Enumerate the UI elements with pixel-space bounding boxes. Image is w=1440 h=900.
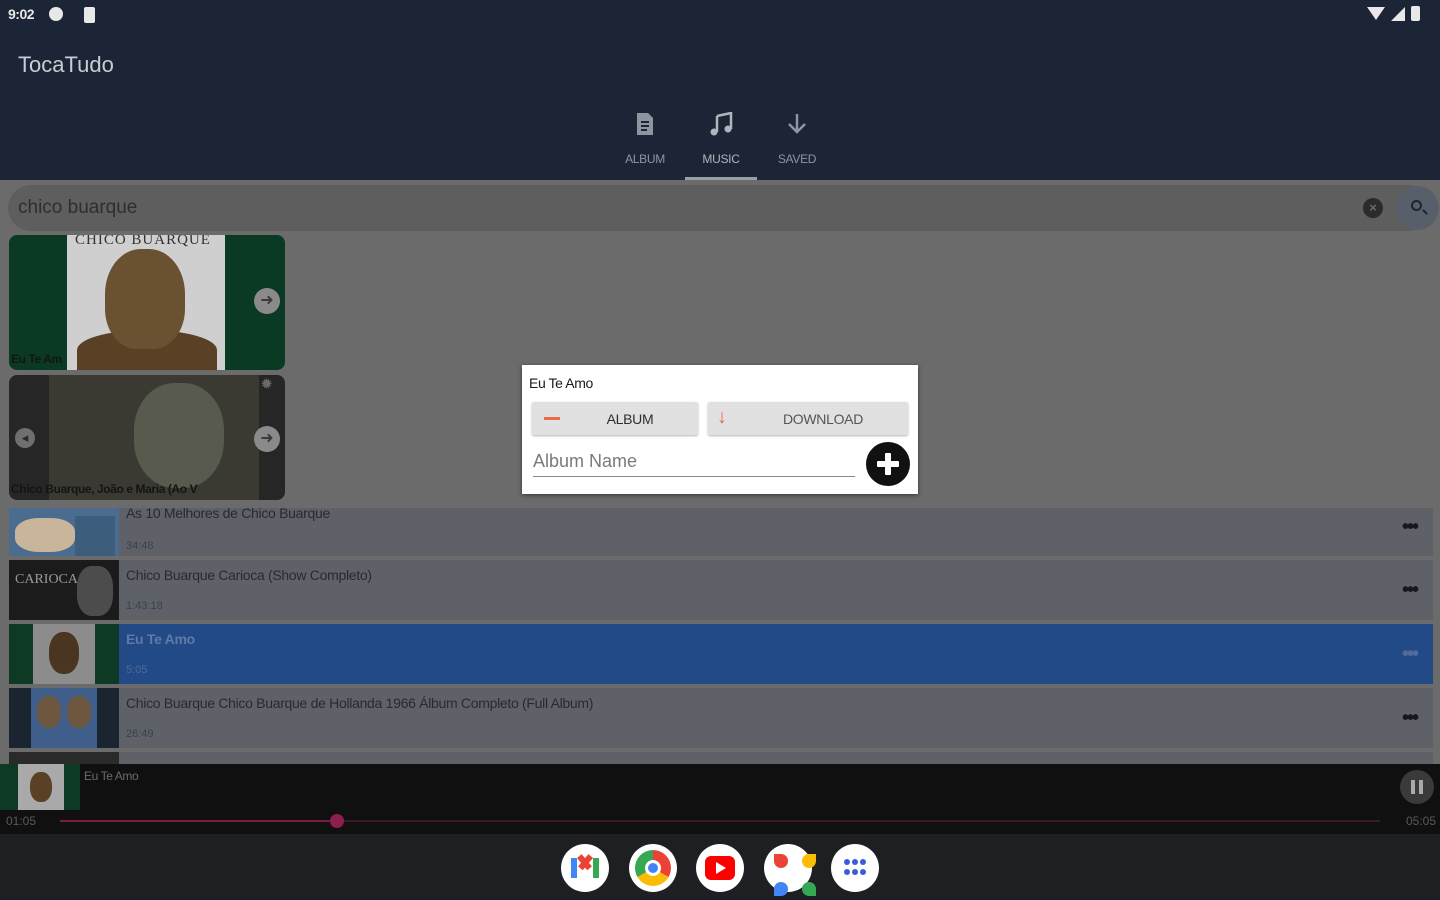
arrow-left-icon[interactable]: ◂ xyxy=(15,428,35,448)
track-duration: 5:05 xyxy=(126,664,148,676)
more-options-icon[interactable]: ••• xyxy=(1402,517,1419,537)
album-file-icon xyxy=(635,112,655,143)
seek-handle[interactable] xyxy=(330,814,345,828)
player-title: Eu Te Amo xyxy=(84,769,139,783)
track-title: As 10 Melhores de Chico Buarque xyxy=(126,505,330,521)
track-duration: 1:43:18 xyxy=(126,600,163,612)
signal-icon xyxy=(1391,6,1405,21)
album-button-label: ALBUM xyxy=(606,411,654,427)
track-thumbnail: CARIOCA xyxy=(9,560,119,620)
list-item-partial[interactable] xyxy=(9,752,1433,764)
search-bar: × xyxy=(8,185,1439,231)
album-card[interactable]: CHICO BUARQUE ➜ Eu Te Am xyxy=(9,235,285,370)
total-time: 05:05 xyxy=(1405,814,1436,828)
album-art-text: CHICO BUARQUE xyxy=(75,235,211,248)
gmail-app-icon[interactable] xyxy=(561,844,609,892)
search-button[interactable] xyxy=(1395,186,1439,230)
tab-saved[interactable]: SAVED xyxy=(759,104,835,180)
youtube-app-icon[interactable] xyxy=(696,844,744,892)
mini-player: Eu Te Amo 01:05 05:05 xyxy=(0,764,1440,834)
track-duration: 26:49 xyxy=(126,728,154,740)
album-button[interactable]: ALBUM xyxy=(532,402,698,435)
pause-button[interactable] xyxy=(1400,770,1434,804)
tab-bar: ALBUM MUSIC SAVED xyxy=(607,104,835,180)
tab-music-label: MUSIC xyxy=(702,152,740,166)
tab-music[interactable]: MUSIC xyxy=(683,104,759,180)
track-thumbnail xyxy=(9,752,119,764)
chrome-app-icon[interactable] xyxy=(629,844,677,892)
status-icons xyxy=(1367,6,1420,21)
download-arrow-icon xyxy=(786,112,808,143)
clear-search-icon[interactable]: × xyxy=(1363,198,1383,218)
list-item-selected[interactable]: Eu Te Amo 5:05 ••• xyxy=(9,624,1433,684)
album-card-caption: Eu Te Am xyxy=(11,352,62,366)
taskbar xyxy=(0,834,1440,900)
tab-album[interactable]: ALBUM xyxy=(607,104,683,180)
notification-icon xyxy=(49,7,63,21)
track-title: Chico Buarque Chico Buarque de Hollanda … xyxy=(126,695,594,711)
seek-bar-fill xyxy=(60,820,338,822)
track-thumbnail xyxy=(9,688,119,748)
save-dialog: Eu Te Amo ALBUM ↓ DOWNLOAD xyxy=(522,365,918,494)
more-options-icon[interactable]: ••• xyxy=(1402,580,1419,600)
track-title: Chico Buarque Carioca (Show Completo) xyxy=(126,567,372,583)
track-duration: 34:48 xyxy=(126,540,154,552)
music-note-icon xyxy=(708,111,734,145)
track-thumbnail xyxy=(9,624,119,684)
download-button-label: DOWNLOAD xyxy=(782,411,864,427)
download-button[interactable]: ↓ DOWNLOAD xyxy=(708,402,908,435)
list-item[interactable]: Chico Buarque Chico Buarque de Hollanda … xyxy=(9,688,1433,748)
search-icon xyxy=(1411,200,1422,211)
track-title: Eu Te Amo xyxy=(126,631,195,647)
status-bar: 9:02 xyxy=(8,4,1432,26)
battery-icon xyxy=(1411,6,1420,21)
more-options-icon[interactable]: ••• xyxy=(1402,708,1419,728)
tab-saved-label: SAVED xyxy=(777,152,817,166)
list-item[interactable]: As 10 Melhores de Chico Buarque 34:48 ••… xyxy=(9,505,1433,556)
more-options-icon[interactable]: ••• xyxy=(1402,644,1419,664)
tab-album-label: ALBUM xyxy=(625,152,665,166)
arrow-right-icon[interactable]: ➜ xyxy=(254,426,280,452)
app-bar: 9:02 TocaTudo ALBUM MUSIC SAVED xyxy=(0,0,1440,180)
track-thumbnail xyxy=(9,508,119,556)
arrow-right-icon[interactable]: ➜ xyxy=(254,288,280,314)
sim-icon xyxy=(84,7,95,23)
dialog-title: Eu Te Amo xyxy=(529,375,593,391)
seek-bar[interactable] xyxy=(60,814,1380,828)
player-thumbnail xyxy=(0,764,80,810)
all-apps-icon[interactable] xyxy=(831,844,879,892)
list-item[interactable]: CARIOCA Chico Buarque Carioca (Show Comp… xyxy=(9,560,1433,620)
album-art: CHICO BUARQUE xyxy=(67,235,225,370)
album-card-caption: Chico Buarque, João e Maria (Ao V xyxy=(11,482,198,496)
photos-app-icon[interactable] xyxy=(764,844,816,896)
status-time: 9:02 xyxy=(8,6,35,22)
album-name-input[interactable] xyxy=(533,447,855,477)
gear-icon: ✹ xyxy=(260,376,273,393)
app-title: TocaTudo xyxy=(18,52,114,77)
add-album-button[interactable] xyxy=(866,442,910,486)
elapsed-time: 01:05 xyxy=(6,814,37,828)
album-card[interactable]: ✹ ◂ ➜ Chico Buarque, João e Maria (Ao V xyxy=(9,375,285,500)
wifi-icon xyxy=(1367,7,1385,20)
search-input[interactable] xyxy=(18,191,1348,225)
